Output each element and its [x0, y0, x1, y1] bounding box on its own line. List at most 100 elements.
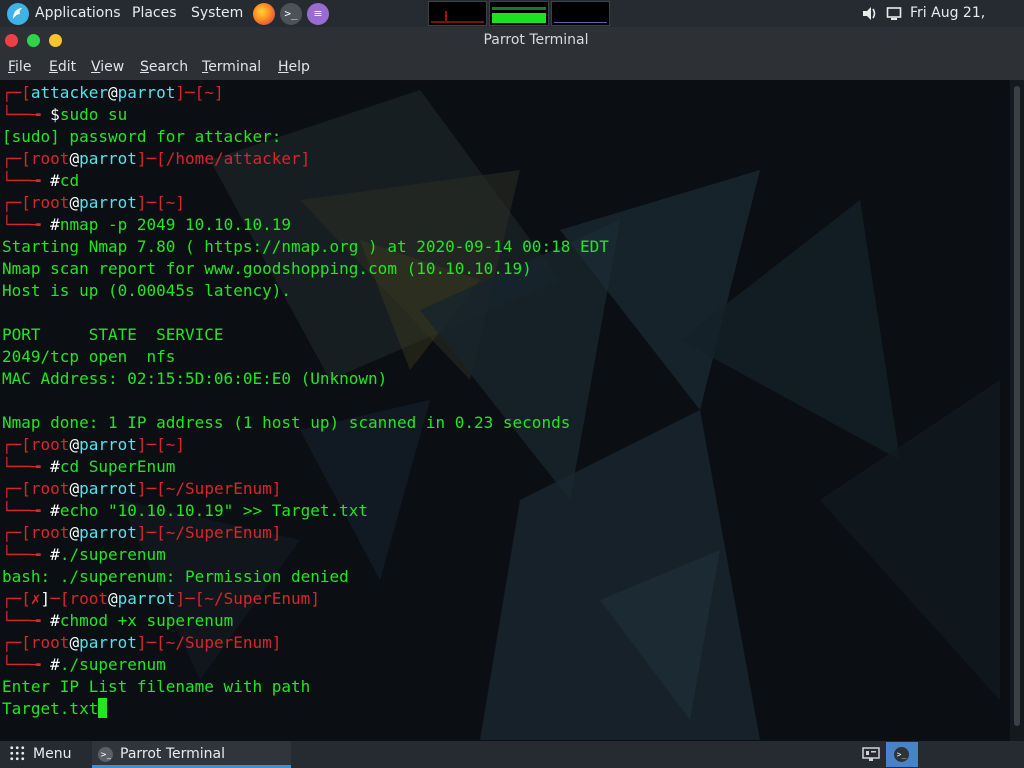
menu-edit[interactable]: Edit: [49, 54, 76, 80]
workspace-switcher[interactable]: >_: [886, 742, 918, 767]
prompt-symbol: #: [50, 501, 60, 520]
prompt-symbol: #: [50, 611, 60, 630]
network-icon[interactable]: [862, 746, 880, 762]
prompt-host: parrot: [79, 149, 137, 168]
volume-icon[interactable]: [862, 0, 878, 27]
places-menu[interactable]: Places: [132, 0, 177, 27]
terminal-line: Starting Nmap 7.80 ( https://nmap.org ) …: [2, 236, 609, 258]
prompt-user: root: [30, 633, 70, 652]
terminal-line: └──╼ #echo "10.10.10.19" >> Target.txt: [2, 501, 369, 520]
parrot-logo-icon[interactable]: [7, 3, 29, 25]
prompt-user: root: [69, 589, 108, 608]
prompt-host: parrot: [79, 523, 137, 542]
applications-menu[interactable]: Applications: [35, 0, 121, 27]
menu-search[interactable]: Search: [140, 54, 188, 80]
prompt-path: ~/SuperEnum: [165, 633, 272, 652]
terminal-line: Nmap scan report for www.goodshopping.co…: [2, 258, 609, 280]
prompt-user: root: [30, 479, 70, 498]
prompt-path: ~: [204, 83, 214, 102]
terminal-line: └──╼ #./superenum: [2, 545, 166, 564]
prompt-user: root: [30, 193, 70, 212]
output-text: MAC Address: 02:15:5D:06:0E:E0 (Unknown): [2, 369, 388, 388]
terminal-icon: >_: [98, 747, 113, 762]
prompt-host: parrot: [79, 435, 137, 454]
prompt-symbol: $: [50, 105, 60, 124]
taskbar-item-label: Parrot Terminal: [120, 746, 226, 762]
terminal-line: MAC Address: 02:15:5D:06:0E:E0 (Unknown): [2, 368, 609, 390]
terminal-output[interactable]: ┌─[attacker@parrot]─[~] └──╼ $sudo su [sud…: [0, 80, 1024, 741]
terminal-line: ┌─[root@parrot]─[~]: [2, 435, 186, 454]
menu-grid-icon: [9, 745, 25, 761]
prompt-user: root: [30, 149, 70, 168]
output-text: Starting Nmap 7.80 ( https://nmap.org ) …: [2, 237, 609, 256]
terminal-line: ┌─[root@parrot]─[~/SuperEnum]: [2, 479, 282, 498]
output-text: 2049/tcp open nfs: [2, 347, 176, 366]
output-text: Host is up (0.00045s latency).: [2, 281, 291, 300]
system-menu[interactable]: System: [191, 0, 243, 27]
terminal-scrollbar[interactable]: [1010, 80, 1024, 741]
terminal-line: ┌─[✗]─[root@parrot]─[~/SuperEnum]: [2, 589, 320, 608]
scroll-thumb[interactable]: [1014, 86, 1020, 726]
terminal-icon[interactable]: >_: [280, 3, 302, 25]
prompt-host: parrot: [117, 589, 176, 608]
command-text: echo "10.10.10.19" >> Target.txt: [59, 501, 369, 520]
command-text: ./superenum: [59, 655, 166, 674]
clock[interactable]: Fri Aug 21, 01:50: [910, 0, 1024, 48]
menu-help[interactable]: Help: [278, 54, 310, 80]
output-text: Nmap scan report for www.goodshopping.co…: [2, 259, 532, 278]
terminal-line: └──╼ $sudo su: [2, 105, 128, 124]
output-text: Nmap done: 1 IP address (1 host up) scan…: [2, 413, 571, 432]
text-cursor: [98, 698, 108, 718]
command-text: sudo su: [59, 105, 128, 124]
terminal-text: ┌─[attacker@parrot]─[~] └──╼ $sudo su [sud…: [2, 82, 609, 720]
terminal-line: ┌─[root@parrot]─[/home/attacker]: [2, 149, 311, 168]
display-icon[interactable]: [886, 0, 902, 27]
top-panel: Applications Places System >_ ≡ Fri Aug …: [0, 0, 1024, 48]
menu-terminal[interactable]: Terminal: [202, 54, 261, 80]
prompt-path: ~/SuperEnum: [204, 589, 311, 608]
terminal-line: Target.txt: [2, 698, 609, 720]
window-title: Parrot Terminal: [483, 32, 589, 48]
firefox-icon[interactable]: [253, 3, 275, 25]
terminal-line: 2049/tcp open nfs: [2, 346, 609, 368]
terminal-line: └──╼ #cd: [2, 171, 80, 190]
terminal-line: ┌─[root@parrot]─[~/SuperEnum]: [2, 523, 282, 542]
terminal-line: [sudo] password for attacker:: [2, 126, 609, 148]
terminal-line: ┌─[root@parrot]─[~/SuperEnum]: [2, 633, 282, 652]
command-text: ./superenum: [59, 545, 166, 564]
command-text: cd: [59, 171, 80, 190]
prompt-user: root: [30, 523, 70, 542]
window-titlebar[interactable]: Parrot Terminal: [0, 27, 1024, 54]
taskbar-item-terminal[interactable]: >_ Parrot Terminal: [92, 741, 291, 768]
output-text: bash: ./superenum: Permission denied: [2, 567, 349, 586]
memory-monitor[interactable]: [489, 1, 549, 26]
command-text: chmod +x superenum: [59, 611, 234, 630]
start-menu-button[interactable]: Menu: [9, 741, 71, 768]
prompt-host: parrot: [117, 83, 176, 102]
network-monitor[interactable]: [551, 1, 610, 26]
prompt-symbol: #: [50, 457, 60, 476]
terminal-line: └──╼ #cd SuperEnum: [2, 457, 176, 476]
menu-view[interactable]: View: [91, 54, 124, 80]
terminal-line: Enter IP List filename with path: [2, 676, 609, 698]
prompt-symbol: #: [50, 545, 60, 564]
terminal-line: Nmap done: 1 IP address (1 host up) scan…: [2, 412, 609, 434]
output-text: Enter IP List filename with path: [2, 677, 311, 696]
prompt-host: parrot: [79, 479, 137, 498]
prompt-error-mark: ✗: [30, 589, 41, 608]
terminal-line: └──╼ #./superenum: [2, 655, 166, 674]
menubar: File Edit View Search Terminal Help: [0, 54, 1024, 80]
prompt-path: ~: [165, 193, 176, 212]
menu-file[interactable]: File: [8, 54, 31, 80]
terminal-line: ┌─[attacker@parrot]─[~]: [2, 83, 224, 102]
prompt-path: /home/attacker: [165, 149, 301, 168]
text-editor-icon[interactable]: ≡: [307, 3, 329, 25]
prompt-symbol: #: [50, 655, 60, 674]
terminal-line: ┌─[root@parrot]─[~]: [2, 193, 186, 212]
prompt-user: root: [30, 435, 70, 454]
menu-label: Menu: [33, 746, 72, 762]
terminal-icon: >_: [894, 747, 909, 762]
cpu-monitor[interactable]: [428, 1, 487, 26]
